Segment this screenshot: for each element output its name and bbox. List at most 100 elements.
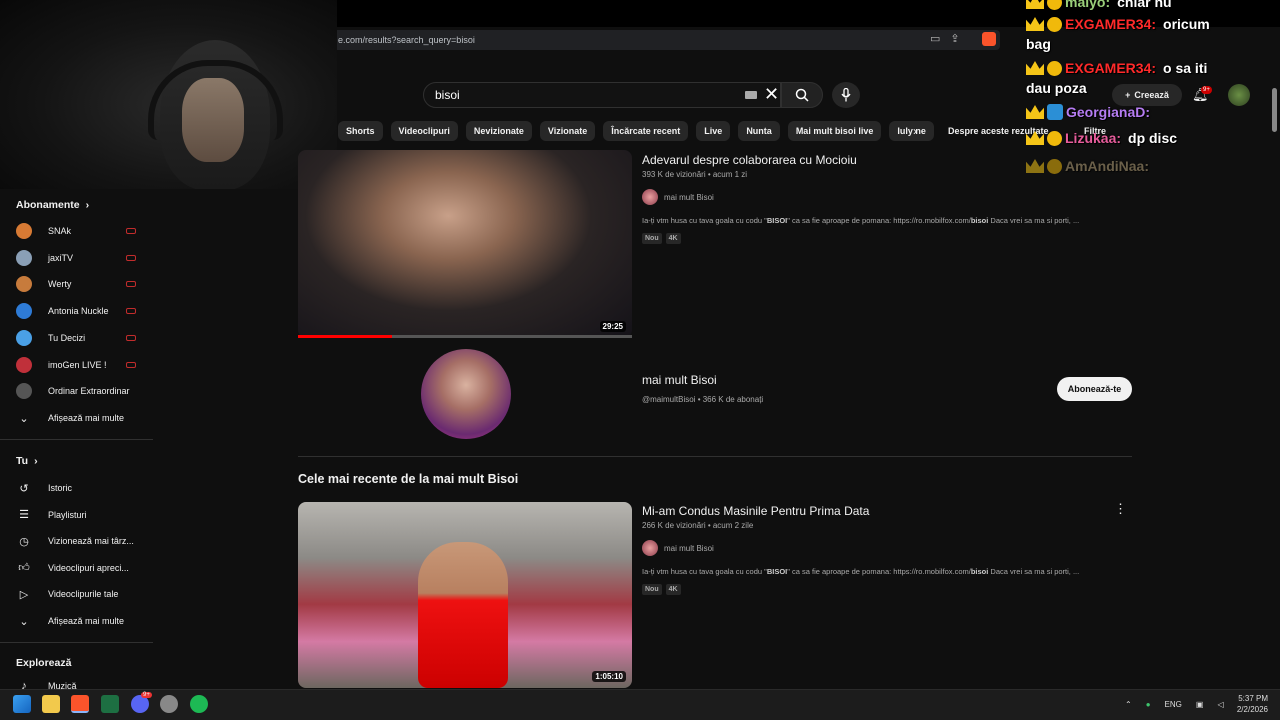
search-input[interactable]: bisoi xyxy=(423,82,781,108)
search-button[interactable] xyxy=(781,82,823,108)
excel-icon[interactable] xyxy=(101,695,119,713)
filter-chip[interactable]: Live xyxy=(696,121,731,141)
sidebar-item-label: SNAk xyxy=(48,226,72,236)
desc-text: Ia-ți vtm husa cu tava goala cu codu " xyxy=(642,216,767,225)
chevron-down-icon: ⌄ xyxy=(19,615,29,628)
video-channel[interactable]: mai mult Bisoi xyxy=(642,540,714,556)
sub-badge-icon xyxy=(1047,104,1063,120)
file-explorer-icon[interactable] xyxy=(42,695,60,713)
network-icon[interactable]: ▣ xyxy=(1196,700,1204,709)
chat-username: AmAndiNaa: xyxy=(1065,158,1150,174)
chat-text: bag xyxy=(1026,36,1051,52)
chevron-up-icon[interactable]: ⌃ xyxy=(1125,700,1132,709)
video-thumbnail[interactable]: 1:05:10 xyxy=(298,502,632,688)
chat-text: chiar nu xyxy=(1117,0,1172,10)
app-icon[interactable] xyxy=(160,695,178,713)
streamer-face xyxy=(182,78,244,162)
sidebar-item-label: jaxiTV xyxy=(48,252,74,263)
crown-badge-icon xyxy=(1026,159,1044,173)
desc-keyword: BISOI xyxy=(766,216,788,225)
webcam-overlay xyxy=(0,0,337,189)
sidebar-item-subscription[interactable]: jaxiTV xyxy=(16,248,146,268)
filter-chip[interactable]: Nunta xyxy=(738,121,780,141)
video-thumbnail[interactable]: 29:25 xyxy=(298,150,632,338)
sidebar-item-subscription[interactable]: Werty xyxy=(16,274,146,294)
channel-avatar-icon xyxy=(16,249,32,266)
sidebar-item-label: Antonia Nuckle xyxy=(48,306,109,317)
sidebar-item-label: Videoclipurile tale xyxy=(48,589,119,600)
show-more-subscriptions[interactable]: ⌄ Afișează mai multe xyxy=(16,408,146,428)
channel-avatar[interactable] xyxy=(421,349,511,439)
sub-badge-icon xyxy=(1047,130,1062,146)
sidebar-item-subscription[interactable]: imoGen LIVE ! xyxy=(16,355,146,375)
windows-start-icon[interactable] xyxy=(13,695,31,713)
video-title[interactable]: Adevarul despre colaborarea cu Mocioiu xyxy=(642,153,857,167)
sidebar-item-subscription[interactable]: Tu Decizi xyxy=(16,328,146,348)
chat-text: o sa iti xyxy=(1163,60,1208,76)
sidebar-item-you[interactable]: ↺ Istoric xyxy=(16,478,146,498)
sidebar-item-you[interactable]: 👍︎ Videoclipuri apreci... xyxy=(16,558,146,578)
more-actions-icon[interactable]: ⋮ xyxy=(1114,501,1127,517)
search-icon xyxy=(795,88,809,102)
watch-later-icon: ◷ xyxy=(19,535,29,548)
filter-chip[interactable]: Iuly ne xyxy=(889,121,934,141)
duration-badge: 29:25 xyxy=(599,321,626,332)
filter-chip[interactable]: Mai mult bisoi live xyxy=(787,121,882,141)
desc-text: Ia-ți vtm husa cu tava goala cu codu " xyxy=(642,567,767,576)
chat-username: EXGAMER34: xyxy=(1065,16,1157,32)
show-more-you[interactable]: ⌄ Afișează mai multe xyxy=(16,611,146,631)
clock[interactable]: 5:37 PM 2/2/2026 xyxy=(1230,693,1268,715)
filter-chip[interactable]: Încărcate recent xyxy=(603,121,689,141)
subscribe-button[interactable]: Abonează-te xyxy=(1057,377,1132,401)
video-description: Ia-ți vtm husa cu tava goala cu codu "BI… xyxy=(642,567,1079,576)
sidebar-item-subscription[interactable]: Antonia Nuckle xyxy=(16,301,146,321)
desc-keyword: BISOI xyxy=(766,567,788,576)
brave-shield-icon[interactable] xyxy=(982,32,996,46)
filter-chip[interactable]: Nevizionate xyxy=(465,121,532,141)
chat-text: oricum xyxy=(1163,16,1210,32)
microphone-icon[interactable]: ● xyxy=(1146,700,1151,709)
sidebar-item-subscription[interactable]: SNAk xyxy=(16,221,146,241)
sidebar-item-you[interactable]: ☰ Playlisturi xyxy=(16,505,146,525)
sidebar-item-you[interactable]: ▷ Videoclipurile tale xyxy=(16,584,146,604)
search-query: bisoi xyxy=(435,88,460,102)
live-indicator-icon xyxy=(126,361,136,368)
keyboard-icon[interactable] xyxy=(745,91,757,99)
video-title[interactable]: Mi-am Condus Masinile Pentru Prima Data xyxy=(642,504,869,518)
sub-badge-icon xyxy=(1047,16,1062,32)
sidebar-item-label: Tu Decizi xyxy=(48,332,86,343)
channel-name: mai mult Bisoi xyxy=(664,192,714,202)
channel-name[interactable]: mai mult Bisoi xyxy=(642,373,717,387)
chat-username: maiyo: xyxy=(1065,0,1111,10)
voice-search-button[interactable] xyxy=(832,82,860,108)
volume-icon[interactable]: ◁ xyxy=(1217,700,1223,709)
video-description: Ia-ți vtm husa cu tava goala cu codu "BI… xyxy=(642,216,1079,225)
sidebar-item-label: Playlisturi xyxy=(48,509,87,520)
filter-chip[interactable]: Videoclipuri xyxy=(390,121,458,141)
video-channel[interactable]: mai mult Bisoi xyxy=(642,189,714,205)
your-videos-icon: ▷ xyxy=(19,588,29,601)
language-indicator[interactable]: ENG xyxy=(1165,700,1182,709)
browser-toolbar-icons: ▭ ⇪ xyxy=(930,32,960,45)
chat-username: GeorgianaD: xyxy=(1066,104,1151,120)
cast-icon[interactable]: ▭ xyxy=(930,32,940,45)
sub-badge-icon xyxy=(1047,158,1062,174)
sidebar-item-subscription[interactable]: Ordinar Extraordinar xyxy=(16,381,146,401)
filter-chip[interactable]: Shorts xyxy=(338,121,383,141)
you-header[interactable]: Tu › xyxy=(16,455,38,467)
share-icon[interactable]: ⇪ xyxy=(950,32,959,45)
brave-browser-icon[interactable] xyxy=(71,695,89,713)
chevron-right-icon[interactable]: › xyxy=(913,124,917,138)
sidebar-item-you[interactable]: ◷ Vizionează mai târz... xyxy=(16,531,146,551)
duration-badge: 1:05:10 xyxy=(592,671,626,682)
spotify-icon[interactable] xyxy=(190,695,208,713)
address-bar[interactable]: e.com/results?search_query=bisoi xyxy=(330,30,1000,50)
chat-message: EXGAMER34: o sa iti xyxy=(1026,60,1207,76)
channel-avatar-icon xyxy=(16,223,32,239)
filter-chip[interactable]: Vizionate xyxy=(539,121,596,141)
subscriptions-header[interactable]: Abonamente › xyxy=(16,199,89,211)
sub-badge-icon xyxy=(1047,0,1062,10)
clear-search-icon[interactable]: ✕ xyxy=(764,85,779,103)
chevron-down-icon: ⌄ xyxy=(19,412,29,425)
sub-badge-icon xyxy=(1047,60,1062,76)
